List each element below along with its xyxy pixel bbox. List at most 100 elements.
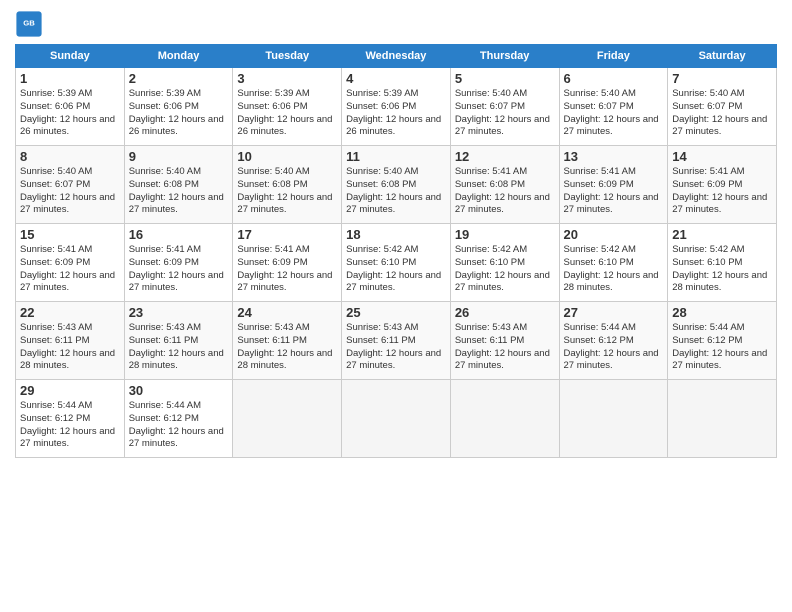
- day-cell-13: 13 Sunrise: 5:41 AMSunset: 6:09 PMDayligh…: [559, 146, 668, 224]
- day-info: Sunrise: 5:39 AMSunset: 6:06 PMDaylight:…: [129, 88, 229, 139]
- empty-cell: [233, 380, 342, 458]
- day-cell-21: 21Sunrise: 5:42 AMSunset: 6:10 PMDayligh…: [668, 224, 777, 302]
- day-number: 16: [129, 227, 229, 242]
- day-header-saturday: Saturday: [668, 45, 777, 68]
- day-cell-29: 29 Sunrise: 5:44 AMSunset: 6:12 PMDayligh…: [16, 380, 125, 458]
- day-number: 15: [20, 227, 120, 242]
- calendar-week-3: 15 Sunrise: 5:41 AMSunset: 6:09 PMDayligh…: [16, 224, 777, 302]
- day-number: 20: [564, 227, 664, 242]
- day-info: Sunrise: 5:40 AMSunset: 6:07 PMDaylight:…: [672, 88, 772, 139]
- day-cell-10: 10 Sunrise: 5:40 AMSunset: 6:08 PMDayligh…: [233, 146, 342, 224]
- day-number: 5: [455, 71, 555, 86]
- day-cell-6: 6Sunrise: 5:40 AMSunset: 6:07 PMDaylight…: [559, 68, 668, 146]
- day-cell-24: 24Sunrise: 5:43 AMSunset: 6:11 PMDayligh…: [233, 302, 342, 380]
- day-number: 11: [346, 149, 446, 164]
- day-cell-12: 12 Sunrise: 5:41 AMSunset: 6:08 PMDayligh…: [450, 146, 559, 224]
- day-cell-23: 23 Sunrise: 5:43 AMSunset: 6:11 PMDayligh…: [124, 302, 233, 380]
- day-info: Sunrise: 5:41 AMSunset: 6:09 PMDaylight:…: [672, 166, 772, 217]
- calendar-week-1: 1 Sunrise: 5:39 AMSunset: 6:06 PMDaylight…: [16, 68, 777, 146]
- day-number: 13: [564, 149, 664, 164]
- day-info: Sunrise: 5:42 AMSunset: 6:10 PMDaylight:…: [455, 244, 555, 295]
- day-info: Sunrise: 5:44 AMSunset: 6:12 PMDaylight:…: [129, 400, 229, 451]
- day-cell-22: 22 Sunrise: 5:43 AMSunset: 6:11 PMDayligh…: [16, 302, 125, 380]
- day-number: 3: [237, 71, 337, 86]
- day-info: Sunrise: 5:44 AMSunset: 6:12 PMDaylight:…: [672, 322, 772, 373]
- day-info: Sunrise: 5:39 AMSunset: 6:06 PMDaylight:…: [346, 88, 446, 139]
- day-number: 19: [455, 227, 555, 242]
- day-number: 18: [346, 227, 446, 242]
- logo: GB: [15, 10, 47, 38]
- day-number: 23: [129, 305, 229, 320]
- day-number: 26: [455, 305, 555, 320]
- day-header-wednesday: Wednesday: [342, 45, 451, 68]
- day-cell-17: 17Sunrise: 5:41 AMSunset: 6:09 PMDayligh…: [233, 224, 342, 302]
- day-info: Sunrise: 5:44 AMSunset: 6:12 PMDaylight:…: [20, 400, 120, 451]
- svg-text:GB: GB: [23, 18, 35, 27]
- day-cell-11: 11Sunrise: 5:40 AMSunset: 6:08 PMDayligh…: [342, 146, 451, 224]
- day-number: 27: [564, 305, 664, 320]
- day-number: 12: [455, 149, 555, 164]
- day-info: Sunrise: 5:43 AMSunset: 6:11 PMDaylight:…: [20, 322, 120, 373]
- day-header-thursday: Thursday: [450, 45, 559, 68]
- day-cell-14: 14 Sunrise: 5:41 AMSunset: 6:09 PMDayligh…: [668, 146, 777, 224]
- day-cell-9: 9Sunrise: 5:40 AMSunset: 6:08 PMDaylight…: [124, 146, 233, 224]
- empty-cell: [342, 380, 451, 458]
- day-cell-8: 8 Sunrise: 5:40 AMSunset: 6:07 PMDaylight…: [16, 146, 125, 224]
- calendar-header-row: SundayMondayTuesdayWednesdayThursdayFrid…: [16, 45, 777, 68]
- day-number: 1: [20, 71, 120, 86]
- day-cell-30: 30 Sunrise: 5:44 AMSunset: 6:12 PMDayligh…: [124, 380, 233, 458]
- day-info: Sunrise: 5:40 AMSunset: 6:07 PMDaylight:…: [20, 166, 120, 217]
- day-info: Sunrise: 5:41 AMSunset: 6:09 PMDaylight:…: [564, 166, 664, 217]
- day-cell-5: 5Sunrise: 5:40 AMSunset: 6:07 PMDaylight…: [450, 68, 559, 146]
- day-cell-15: 15Sunrise: 5:41 AMSunset: 6:09 PMDayligh…: [16, 224, 125, 302]
- day-number: 8: [20, 149, 120, 164]
- day-info: Sunrise: 5:43 AMSunset: 6:11 PMDaylight:…: [346, 322, 446, 373]
- day-cell-28: 28 Sunrise: 5:44 AMSunset: 6:12 PMDayligh…: [668, 302, 777, 380]
- day-info: Sunrise: 5:43 AMSunset: 6:11 PMDaylight:…: [129, 322, 229, 373]
- day-info: Sunrise: 5:39 AMSunset: 6:06 PMDaylight:…: [20, 88, 120, 139]
- day-number: 2: [129, 71, 229, 86]
- day-header-tuesday: Tuesday: [233, 45, 342, 68]
- day-info: Sunrise: 5:40 AMSunset: 6:08 PMDaylight:…: [129, 166, 229, 217]
- day-cell-20: 20 Sunrise: 5:42 AMSunset: 6:10 PMDayligh…: [559, 224, 668, 302]
- day-cell-3: 3 Sunrise: 5:39 AMSunset: 6:06 PMDaylight…: [233, 68, 342, 146]
- day-number: 22: [20, 305, 120, 320]
- day-cell-16: 16 Sunrise: 5:41 AMSunset: 6:09 PMDayligh…: [124, 224, 233, 302]
- day-info: Sunrise: 5:40 AMSunset: 6:08 PMDaylight:…: [237, 166, 337, 217]
- day-number: 30: [129, 383, 229, 398]
- calendar-page: GB SundayMondayTuesdayWednesdayThursdayF…: [0, 0, 792, 612]
- day-cell-2: 2 Sunrise: 5:39 AMSunset: 6:06 PMDaylight…: [124, 68, 233, 146]
- day-number: 25: [346, 305, 446, 320]
- empty-cell: [450, 380, 559, 458]
- day-number: 24: [237, 305, 337, 320]
- day-cell-18: 18 Sunrise: 5:42 AMSunset: 6:10 PMDayligh…: [342, 224, 451, 302]
- day-number: 14: [672, 149, 772, 164]
- day-cell-7: 7 Sunrise: 5:40 AMSunset: 6:07 PMDaylight…: [668, 68, 777, 146]
- day-cell-4: 4Sunrise: 5:39 AMSunset: 6:06 PMDaylight…: [342, 68, 451, 146]
- day-number: 17: [237, 227, 337, 242]
- day-info: Sunrise: 5:41 AMSunset: 6:09 PMDaylight:…: [129, 244, 229, 295]
- day-number: 28: [672, 305, 772, 320]
- day-cell-19: 19 Sunrise: 5:42 AMSunset: 6:10 PMDayligh…: [450, 224, 559, 302]
- day-info: Sunrise: 5:39 AMSunset: 6:06 PMDaylight:…: [237, 88, 337, 139]
- day-info: Sunrise: 5:42 AMSunset: 6:10 PMDaylight:…: [564, 244, 664, 295]
- calendar-table: SundayMondayTuesdayWednesdayThursdayFrid…: [15, 44, 777, 458]
- day-info: Sunrise: 5:40 AMSunset: 6:07 PMDaylight:…: [564, 88, 664, 139]
- day-info: Sunrise: 5:42 AMSunset: 6:10 PMDaylight:…: [346, 244, 446, 295]
- day-number: 29: [20, 383, 120, 398]
- logo-icon: GB: [15, 10, 43, 38]
- day-header-friday: Friday: [559, 45, 668, 68]
- day-cell-27: 27Sunrise: 5:44 AMSunset: 6:12 PMDayligh…: [559, 302, 668, 380]
- empty-cell: [559, 380, 668, 458]
- day-cell-1: 1 Sunrise: 5:39 AMSunset: 6:06 PMDaylight…: [16, 68, 125, 146]
- empty-cell: [668, 380, 777, 458]
- day-number: 7: [672, 71, 772, 86]
- day-cell-26: 26 Sunrise: 5:43 AMSunset: 6:11 PMDayligh…: [450, 302, 559, 380]
- day-header-monday: Monday: [124, 45, 233, 68]
- day-number: 10: [237, 149, 337, 164]
- header: GB: [15, 10, 777, 38]
- day-info: Sunrise: 5:41 AMSunset: 6:08 PMDaylight:…: [455, 166, 555, 217]
- calendar-week-5: 29 Sunrise: 5:44 AMSunset: 6:12 PMDayligh…: [16, 380, 777, 458]
- day-cell-25: 25 Sunrise: 5:43 AMSunset: 6:11 PMDayligh…: [342, 302, 451, 380]
- day-info: Sunrise: 5:43 AMSunset: 6:11 PMDaylight:…: [455, 322, 555, 373]
